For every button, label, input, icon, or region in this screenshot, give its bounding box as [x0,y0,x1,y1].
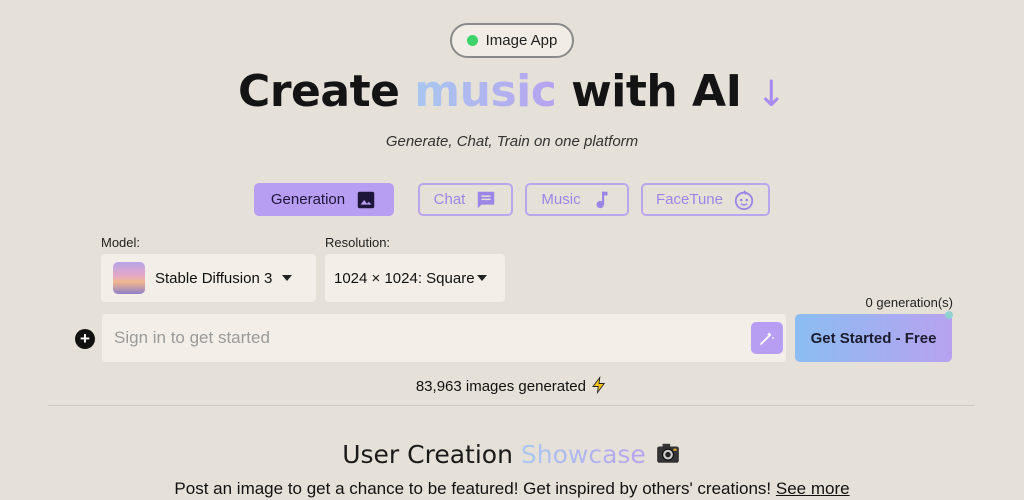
image-icon [357,191,375,208]
tab-generation[interactable]: Generation [254,183,394,216]
page-subtitle: Generate, Chat, Train on one platform [385,133,639,150]
model-select[interactable]: Stable Diffusion 3 [101,254,316,302]
page-title: Create music with AI ↓ [0,66,1024,117]
resolution-select[interactable]: 1024 × 1024: Square [325,254,505,302]
showcase-title-accent: Showcase [520,440,646,469]
images-generated-text: 83,963 images generated [415,378,586,395]
tab-chat[interactable]: Chat [418,183,513,216]
showcase-subtitle: Post an image to get a chance to be feat… [0,479,1024,499]
prompt-input[interactable] [102,314,786,362]
camera-icon [656,443,679,463]
badge-label: Image App [485,32,558,49]
indicator-dot [945,311,953,319]
title-accent: music [414,66,557,117]
tab-facetune[interactable]: FaceTune [641,183,770,216]
showcase-title: User Creation Showcase [0,440,1024,469]
tab-label: Chat [433,191,466,208]
model-value: Stable Diffusion 3 [155,269,273,287]
title-suffix: with AI [556,66,742,117]
chat-icon [478,191,495,208]
title-prefix: Create [238,66,415,117]
generation-count: 0 generation(s) [865,295,953,310]
tab-label: Music [541,191,581,208]
images-generated-count: 83,963 images generated [0,375,1024,395]
resolution-value: 1024 × 1024: Square [334,269,475,287]
lightning-icon [592,375,606,395]
add-icon[interactable]: + [75,329,95,349]
tab-music[interactable]: Music [525,183,629,216]
see-more-link[interactable]: See more [776,479,850,498]
app-badge[interactable]: Image App [450,23,574,58]
chevron-down-icon [476,275,487,281]
magic-wand-icon[interactable] [751,322,783,354]
showcase-title-prefix: User Creation [342,440,521,469]
tab-label: FaceTune [656,191,723,208]
divider [48,405,975,406]
get-started-button[interactable]: Get Started - Free [795,314,952,362]
chevron-down-icon [282,275,293,281]
tab-label: Generation [270,191,346,208]
resolution-label: Resolution: [325,235,391,250]
music-note-icon [596,191,608,208]
showcase-subtitle-text: Post an image to get a chance to be feat… [174,479,772,498]
arrow-down-icon: ↓ [756,74,786,115]
status-dot [466,35,478,46]
model-label: Model: [101,235,141,250]
face-icon [734,189,754,210]
model-thumbnail [113,262,145,294]
